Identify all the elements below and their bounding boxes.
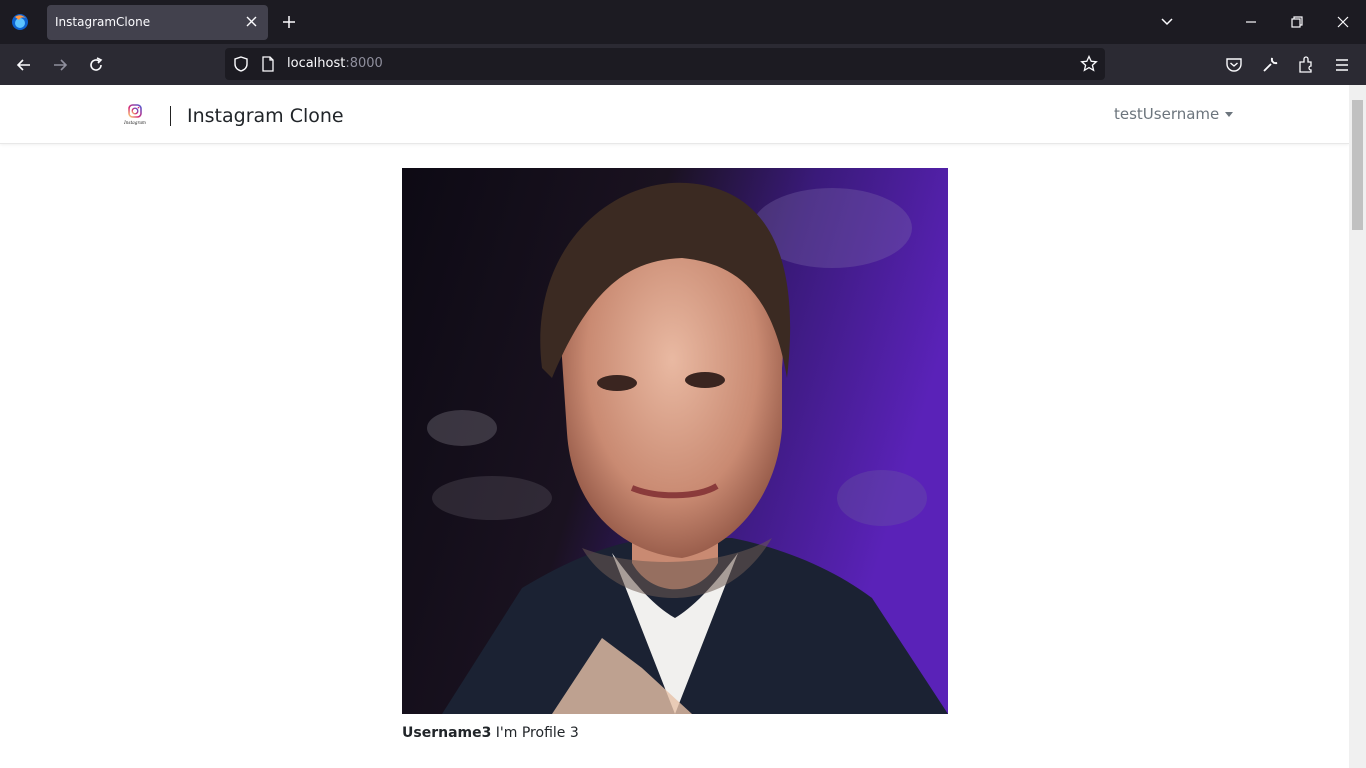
star-icon[interactable] xyxy=(1080,55,1098,73)
browser-navbar: localhost:8000 xyxy=(0,44,1366,85)
tab-title: InstagramClone xyxy=(55,15,151,29)
page-content: Instagram Instagram Clone testUsername U… xyxy=(0,85,1349,768)
instagram-logo-icon[interactable]: Instagram xyxy=(123,103,147,127)
window-close-icon[interactable] xyxy=(1333,12,1353,32)
scrollbar-thumb[interactable] xyxy=(1352,100,1363,230)
url-text: localhost:8000 xyxy=(287,56,383,71)
brand-title[interactable]: Instagram Clone xyxy=(187,105,344,127)
tab-instagramclone[interactable]: InstagramClone xyxy=(47,5,268,40)
forward-icon[interactable] xyxy=(51,56,69,74)
post-photo xyxy=(402,168,948,714)
user-dropdown[interactable]: testUsername xyxy=(1114,105,1234,123)
plus-icon[interactable] xyxy=(282,15,296,29)
site-header: Instagram Instagram Clone testUsername xyxy=(0,85,1349,144)
user-dropdown-label: testUsername xyxy=(1114,105,1220,123)
page-scrollbar[interactable] xyxy=(1349,85,1366,768)
pocket-icon[interactable] xyxy=(1225,56,1243,74)
url-port: :8000 xyxy=(345,56,383,71)
minimize-icon[interactable] xyxy=(1241,12,1261,32)
close-icon[interactable] xyxy=(245,15,258,28)
back-icon[interactable] xyxy=(15,56,33,74)
brand-divider xyxy=(170,106,171,126)
shield-icon[interactable] xyxy=(232,55,250,73)
wrench-icon[interactable] xyxy=(1261,56,1279,74)
post-caption-text: I'm Profile 3 xyxy=(491,725,579,741)
post-image[interactable] xyxy=(402,168,948,714)
post-username[interactable]: Username3 xyxy=(402,725,491,741)
extensions-icon[interactable] xyxy=(1297,56,1315,74)
logo-wordmark: Instagram xyxy=(123,120,146,125)
post-caption: Username3 I'm Profile 3 xyxy=(402,725,579,741)
menu-icon[interactable] xyxy=(1333,56,1351,74)
chevron-down-icon[interactable] xyxy=(1160,15,1174,29)
browser-titlebar: InstagramClone xyxy=(0,0,1366,44)
restore-icon[interactable] xyxy=(1287,12,1307,32)
reload-icon[interactable] xyxy=(87,56,105,74)
caret-down-icon xyxy=(1225,112,1234,117)
address-bar[interactable]: localhost:8000 xyxy=(225,48,1105,80)
url-host: localhost xyxy=(287,56,346,71)
firefox-icon xyxy=(12,14,28,30)
page-icon[interactable] xyxy=(259,55,277,73)
